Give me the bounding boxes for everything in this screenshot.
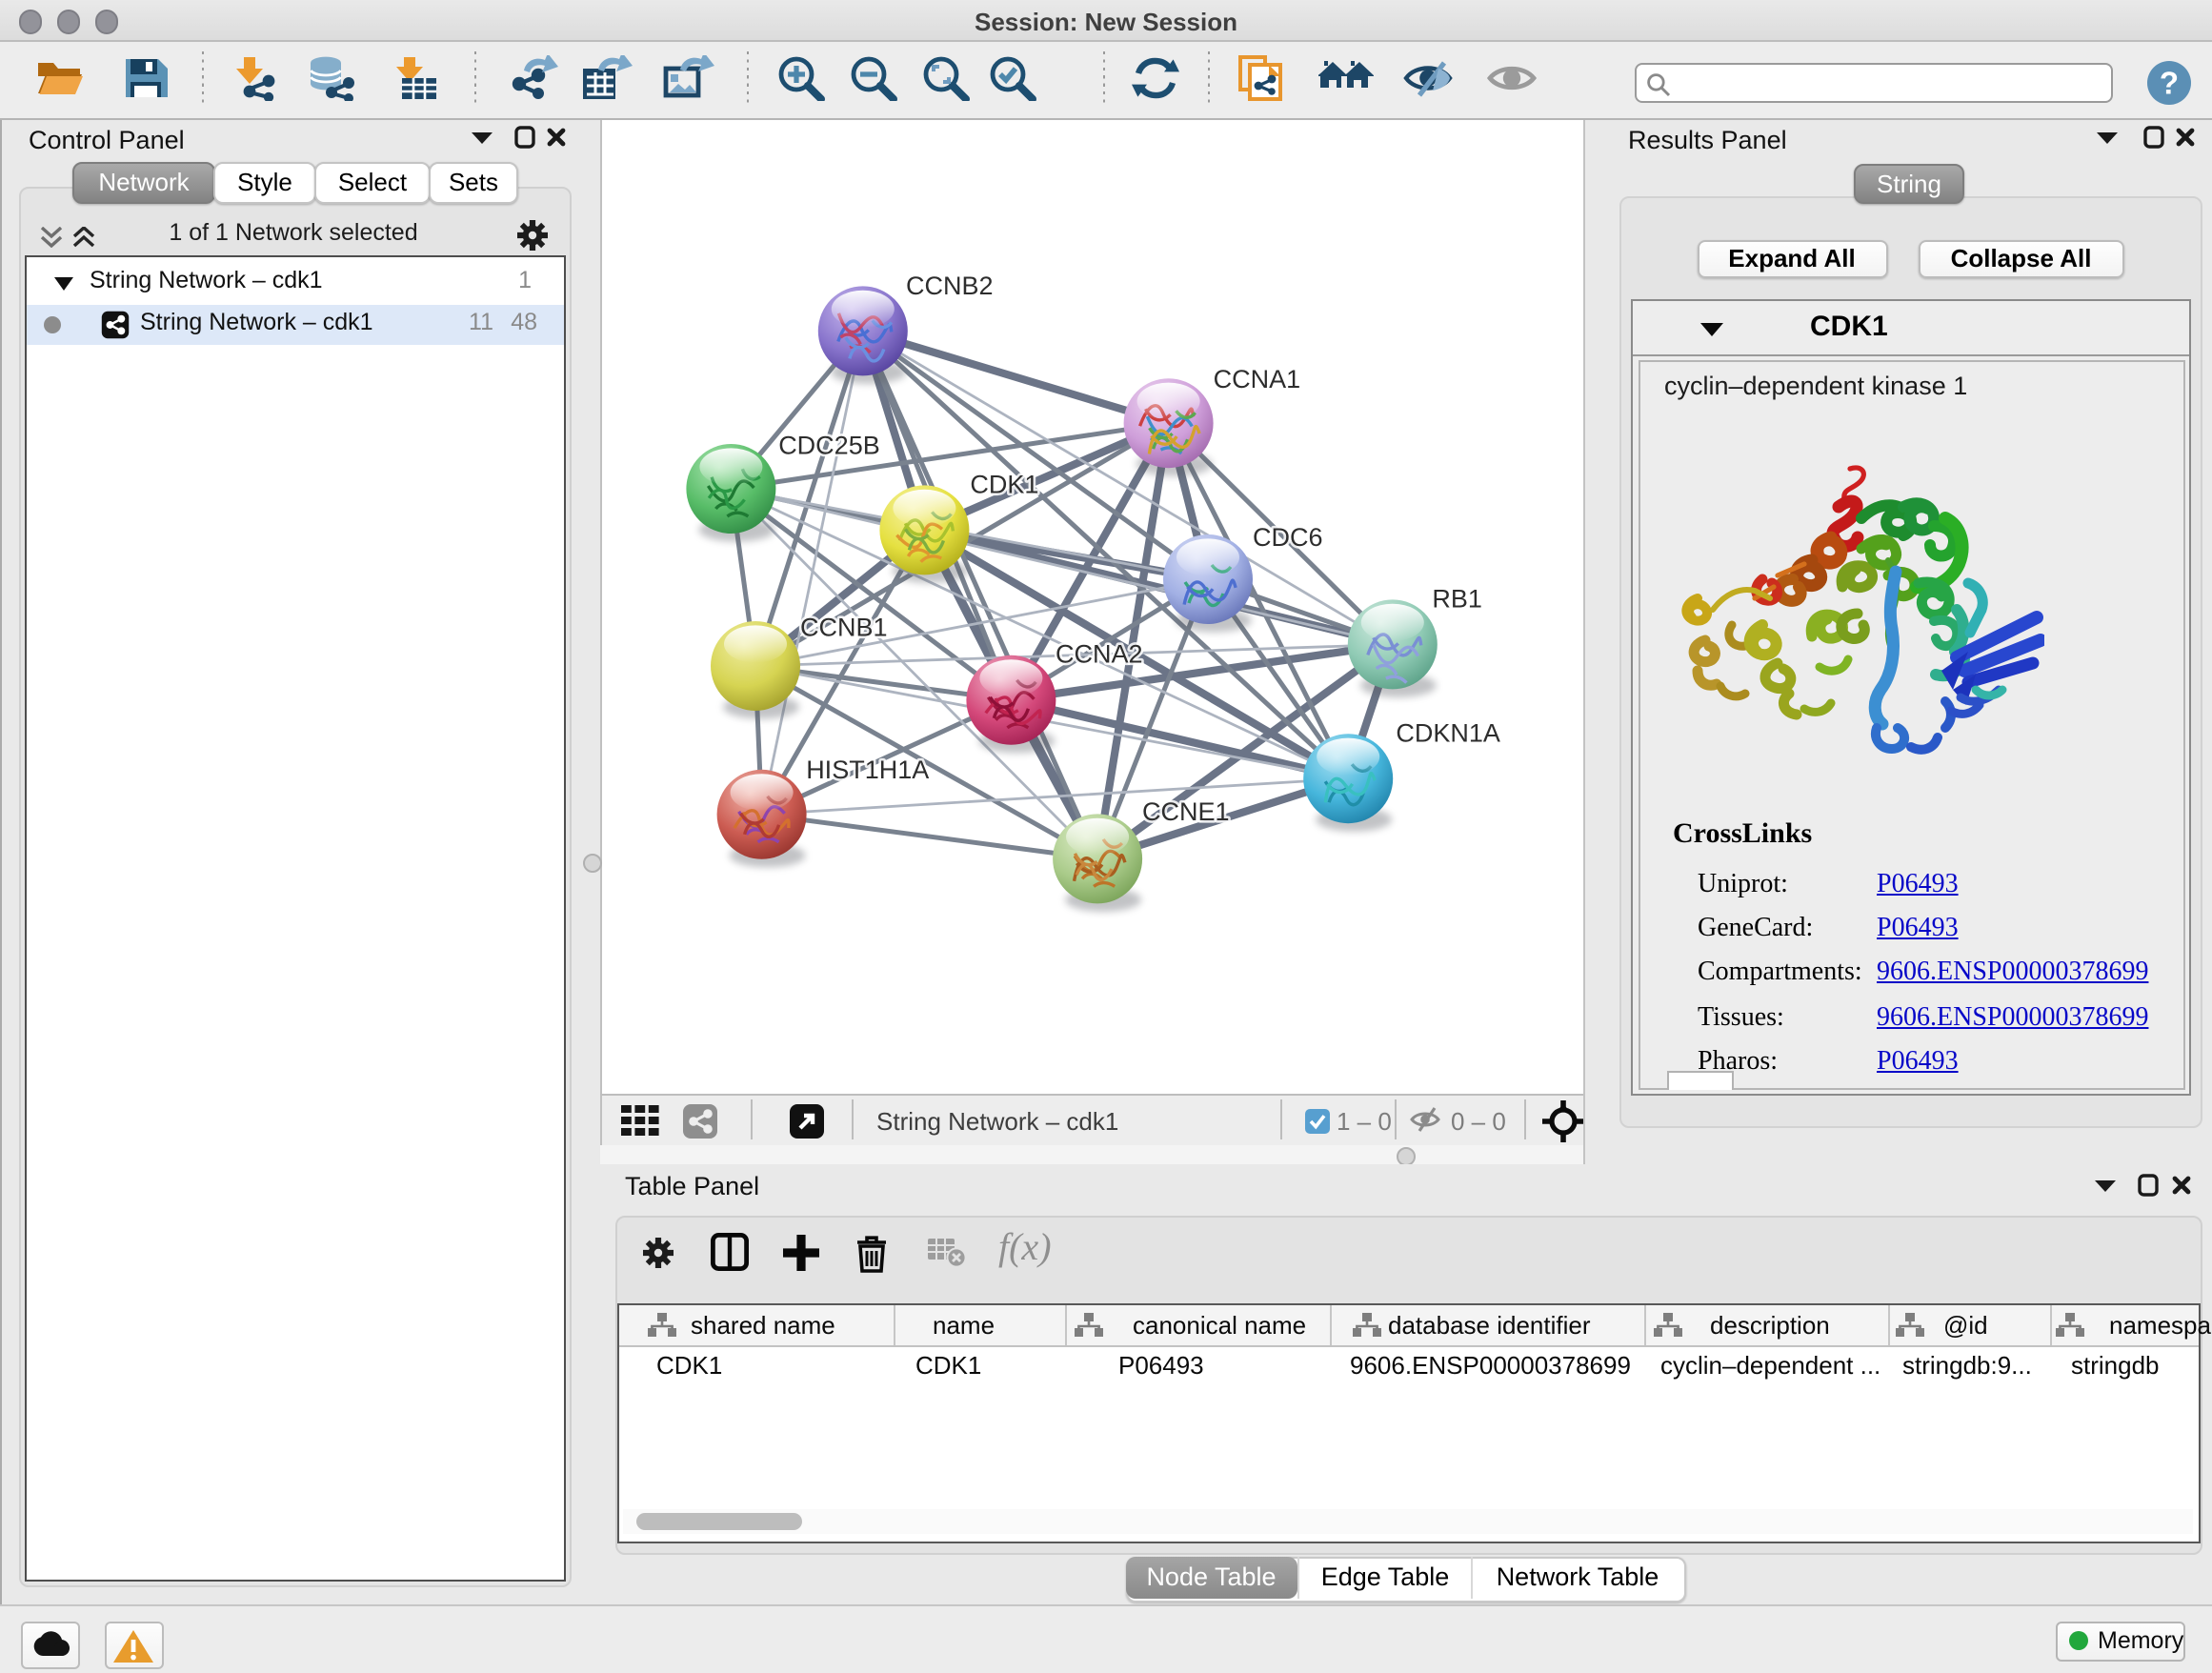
svg-text:CCNA1: CCNA1 — [1214, 365, 1301, 393]
svg-text:CDKN1A: CDKN1A — [1396, 718, 1500, 747]
svg-text:?: ? — [2160, 65, 2179, 100]
svg-text:CDC25B: CDC25B — [778, 432, 880, 460]
svg-text:CDC6: CDC6 — [1253, 523, 1323, 552]
svg-text:RB1: RB1 — [1432, 584, 1482, 613]
svg-text:CCNE1: CCNE1 — [1142, 797, 1230, 826]
svg-text:CCNB2: CCNB2 — [906, 272, 994, 300]
svg-text:HIST1H1A: HIST1H1A — [806, 756, 929, 784]
svg-text:CCNA2: CCNA2 — [1056, 640, 1143, 669]
svg-text:CDK1: CDK1 — [970, 470, 1038, 498]
svg-text:CCNB1: CCNB1 — [800, 614, 888, 642]
